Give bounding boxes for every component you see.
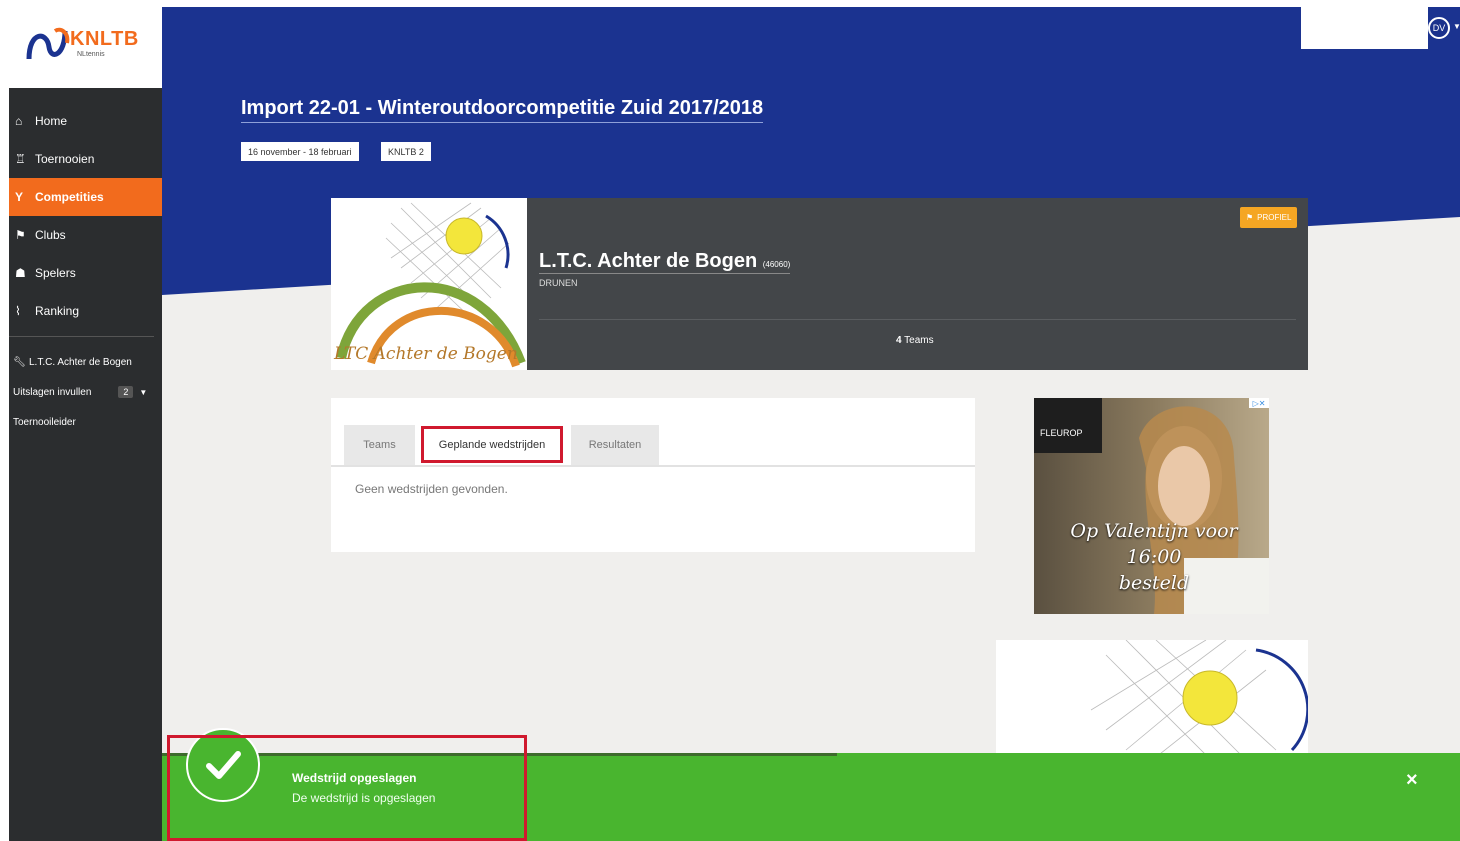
sidebar-item-label: Home xyxy=(35,114,68,128)
profile-button-label: PROFIEL xyxy=(1257,213,1292,222)
flag-icon: ⚑ xyxy=(1246,213,1254,222)
brand-sub: NLtennis xyxy=(77,51,105,58)
club-name-text: L.T.C. Achter de Bogen xyxy=(539,250,758,272)
ad-slogan-line2: besteld xyxy=(1118,572,1190,594)
user-avatar[interactable]: DV xyxy=(1428,17,1450,39)
chart-icon: ⌇ xyxy=(15,304,21,318)
sidebar-divider xyxy=(9,336,154,337)
sidebar-item-home[interactable]: ⌂ Home xyxy=(9,102,162,140)
teams-count-value: 4 xyxy=(896,335,902,346)
users-icon: ☗ xyxy=(15,266,26,280)
toast-message: De wedstrijd is opgeslagen xyxy=(292,791,436,805)
sidebar-results-entry[interactable]: Uitslagen invullen 2 ▼ xyxy=(9,377,162,407)
sidebar-item-toernooien[interactable]: ♖ Toernooien xyxy=(9,140,162,178)
success-toast: Wedstrijd opgeslagen De wedstrijd is opg… xyxy=(162,728,1460,841)
sidebar-item-label: Competities xyxy=(35,190,104,204)
club-code: (46060) xyxy=(762,260,791,269)
date-range-tag: 16 november - 18 februari xyxy=(241,142,359,161)
sidebar-item-competities[interactable]: Y Competities xyxy=(9,178,162,216)
sidebar: KNLTB NLtennis ⌂ Home ♖ Toernooien Y Com… xyxy=(9,7,162,841)
ad-close-icon: ▷✕ xyxy=(1253,399,1266,408)
club-city: DRUNEN xyxy=(539,278,578,288)
checkmark-icon xyxy=(186,728,260,802)
sidebar-nav: ⌂ Home ♖ Toernooien Y Competities ⚑ Club… xyxy=(9,102,162,330)
matches-panel: Teams Geplande wedstrijden Resultaten Ge… xyxy=(331,398,975,552)
page-title: Import 22-01 - Winteroutdoorcompetitie Z… xyxy=(241,97,764,123)
results-count-badge: 2 xyxy=(118,386,134,398)
ad-slogan: Op Valentijn voor 16:00 besteld xyxy=(1044,518,1264,596)
sidebar-organizer-label: Toernooileider xyxy=(13,416,76,428)
sidebar-item-clubs[interactable]: ⚑ Clubs xyxy=(9,216,162,254)
main-content: DV ▼ Import 22-01 - Winteroutdoorcompeti… xyxy=(162,7,1460,841)
sidebar-club-label: L.T.C. Achter de Bogen xyxy=(29,356,132,368)
club-card: LTC Achter de Bogen L.T.C. Achter de Bog… xyxy=(331,198,1308,370)
club-name[interactable]: L.T.C. Achter de Bogen (46060) xyxy=(539,250,791,274)
club-logo: LTC Achter de Bogen xyxy=(331,198,527,370)
caret-down-icon[interactable]: ▼ xyxy=(139,388,147,397)
trophy-icon: ♖ xyxy=(15,152,26,166)
teams-count-label: Teams xyxy=(904,335,934,346)
brand-logo[interactable]: KNLTB NLtennis xyxy=(9,7,162,88)
sidebar-item-label: Toernooien xyxy=(35,152,95,166)
sidebar-club-link[interactable]: 🔧︎ L.T.C. Achter de Bogen xyxy=(9,347,162,377)
toast-title: Wedstrijd opgeslagen xyxy=(292,771,417,785)
empty-state-message: Geen wedstrijden gevonden. xyxy=(355,482,508,496)
sidebar-results-label: Uitslagen invullen xyxy=(13,386,92,398)
topbar-search-box[interactable] xyxy=(1301,7,1428,49)
tab-teams[interactable]: Teams xyxy=(344,425,415,465)
sidebar-item-label: Ranking xyxy=(35,304,80,318)
profile-button[interactable]: ⚑ PROFIEL xyxy=(1240,207,1298,228)
club-logo-text: LTC Achter de Bogen xyxy=(334,344,518,364)
club-divider xyxy=(539,319,1296,320)
sidebar-item-spelers[interactable]: ☗ Spelers xyxy=(9,254,162,292)
tab-resultaten[interactable]: Resultaten xyxy=(571,425,659,465)
sidebar-item-label: Clubs xyxy=(35,228,66,242)
knltb-logo-icon xyxy=(26,27,70,60)
tabs-divider xyxy=(331,465,975,467)
flag-icon: ⚑ xyxy=(15,228,26,242)
cup-icon: Y xyxy=(15,190,24,204)
sidebar-item-label: Spelers xyxy=(35,266,76,280)
sidebar-organizer[interactable]: Toernooileider xyxy=(9,407,162,437)
league-tag: KNLTB 2 xyxy=(381,142,431,161)
tennis-ball-icon xyxy=(1090,640,1308,766)
close-icon[interactable]: × xyxy=(1406,769,1418,792)
tab-geplande-wedstrijden[interactable]: Geplande wedstrijden xyxy=(421,426,563,463)
advertisement-banner[interactable]: ▷✕ FLEUROP Op Valentijn voor 16:00 beste… xyxy=(1034,398,1269,614)
club-teams-count: 4 Teams xyxy=(896,335,934,346)
secondary-ad-banner[interactable] xyxy=(996,640,1308,770)
sidebar-item-ranking[interactable]: ⌇ Ranking xyxy=(9,292,162,330)
ad-brand: FLEUROP xyxy=(1040,428,1083,438)
ad-slogan-line1: Op Valentijn voor 16:00 xyxy=(1070,520,1238,568)
wrench-icon: 🔧︎ xyxy=(13,356,26,368)
chevron-down-icon[interactable]: ▼ xyxy=(1453,22,1460,31)
home-icon: ⌂ xyxy=(15,114,23,128)
brand-name: KNLTB xyxy=(70,28,139,50)
toast-progress-bar xyxy=(162,753,837,756)
